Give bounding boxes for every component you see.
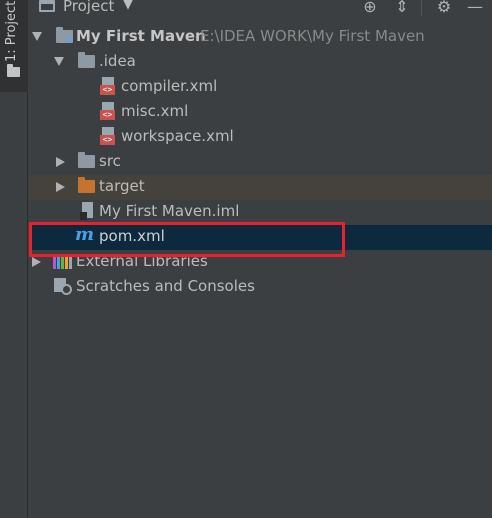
expand-arrow-icon[interactable] bbox=[32, 257, 41, 267]
highlight-box bbox=[29, 222, 345, 257]
file-name: misc.xml bbox=[121, 102, 189, 120]
folder-name: src bbox=[99, 152, 121, 170]
scratches-icon bbox=[54, 278, 72, 296]
folder-icon bbox=[78, 152, 95, 168]
locate-icon[interactable]: ⊕ bbox=[360, 0, 380, 18]
folder-icon bbox=[7, 64, 20, 77]
tool-window-stripe: 1: Project bbox=[0, 0, 28, 518]
expand-arrow-icon[interactable] bbox=[56, 182, 65, 192]
tree-node-compiler-xml[interactable]: <> compiler.xml bbox=[29, 75, 492, 100]
tree-node-src[interactable]: src bbox=[29, 150, 492, 175]
tree-node-target[interactable]: target bbox=[29, 175, 492, 200]
library-icon bbox=[53, 255, 73, 269]
xml-file-icon: <> bbox=[100, 77, 116, 95]
tree-node-workspace-xml[interactable]: <> workspace.xml bbox=[29, 125, 492, 150]
xml-file-icon: <> bbox=[100, 127, 116, 145]
file-name: compiler.xml bbox=[121, 77, 218, 95]
header-divider bbox=[421, 0, 422, 16]
tree-node-misc-xml[interactable]: <> misc.xml bbox=[29, 100, 492, 125]
hide-icon[interactable]: — bbox=[465, 0, 485, 18]
folder-name: target bbox=[99, 177, 145, 195]
module-folder-icon bbox=[56, 27, 73, 43]
chevron-down-icon[interactable]: ▼ bbox=[123, 0, 133, 12]
node-label: Scratches and Consoles bbox=[76, 277, 255, 295]
folder-icon bbox=[78, 52, 95, 68]
excluded-folder-icon bbox=[78, 177, 95, 193]
expand-arrow-icon[interactable] bbox=[54, 57, 64, 66]
iml-file-icon bbox=[80, 202, 94, 220]
tree-node-idea[interactable]: .idea bbox=[29, 50, 492, 75]
folder-name: .idea bbox=[99, 52, 136, 70]
tree-node-scratches[interactable]: Scratches and Consoles bbox=[29, 275, 492, 300]
tree-node-root[interactable]: My First Maven E:\IDEA WORK\My First Mav… bbox=[29, 25, 492, 50]
file-name: My First Maven.iml bbox=[99, 202, 240, 220]
project-tool-window-label: 1: Project bbox=[4, 0, 19, 62]
project-panel-header: Project ▼ ⊕ ⇕ ⚙ — bbox=[29, 0, 492, 19]
project-view-icon bbox=[39, 0, 55, 12]
collapse-all-icon[interactable]: ⇕ bbox=[392, 0, 412, 18]
expand-arrow-icon[interactable] bbox=[32, 32, 42, 41]
gear-icon[interactable]: ⚙ bbox=[434, 0, 454, 18]
xml-file-icon: <> bbox=[100, 102, 116, 120]
project-tool-window-button[interactable]: 1: Project bbox=[0, 0, 28, 92]
root-module-path: E:\IDEA WORK\My First Maven bbox=[200, 27, 425, 45]
root-module-name: My First Maven bbox=[76, 27, 206, 45]
file-name: workspace.xml bbox=[121, 127, 234, 145]
project-view-selector[interactable]: Project bbox=[63, 0, 114, 15]
expand-arrow-icon[interactable] bbox=[56, 157, 65, 167]
